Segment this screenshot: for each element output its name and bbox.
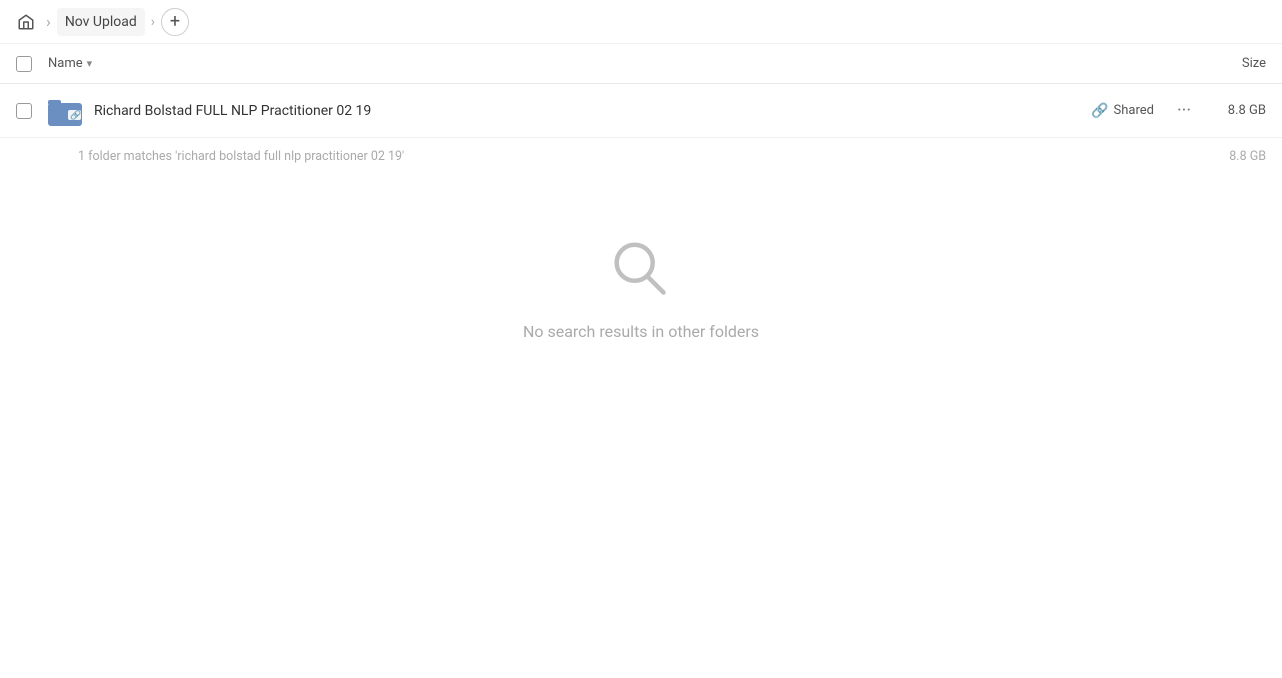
home-button[interactable] xyxy=(12,8,40,36)
more-options-button[interactable]: ··· xyxy=(1170,97,1198,125)
breadcrumb-chevron: › xyxy=(151,14,155,30)
file-name: Richard Bolstad FULL NLP Practitioner 02… xyxy=(94,103,1091,119)
breadcrumb-folder-name: Nov Upload xyxy=(65,14,137,30)
header-checkbox-cell xyxy=(16,56,48,72)
empty-state: No search results in other folders xyxy=(0,174,1282,341)
size-column-header: Size xyxy=(1186,56,1266,71)
breadcrumb-bar: › Nov Upload › + xyxy=(0,0,1282,44)
more-icon: ··· xyxy=(1177,100,1191,121)
svg-text:🔗: 🔗 xyxy=(70,109,81,121)
size-column-label: Size xyxy=(1242,56,1266,71)
file-shared-label: 🔗 Shared xyxy=(1091,103,1154,119)
match-info-row: 1 folder matches 'richard bolstad full n… xyxy=(0,138,1282,174)
folder-icon-wrap: 🔗 xyxy=(48,93,84,129)
match-info-size: 8.8 GB xyxy=(1206,149,1266,164)
empty-search-icon xyxy=(605,234,677,306)
file-size: 8.8 GB xyxy=(1206,103,1266,118)
breadcrumb-separator-1: › xyxy=(46,12,51,31)
column-header-row: Name ▾ Size xyxy=(0,44,1282,84)
empty-state-message: No search results in other folders xyxy=(523,322,759,341)
name-column-label: Name xyxy=(48,56,83,71)
select-all-checkbox[interactable] xyxy=(16,56,32,72)
row-checkbox-cell xyxy=(16,103,48,119)
name-column-header[interactable]: Name ▾ xyxy=(48,56,1186,71)
home-icon xyxy=(17,13,35,31)
add-button[interactable]: + xyxy=(161,8,189,36)
breadcrumb-folder[interactable]: Nov Upload xyxy=(57,8,145,36)
add-icon: + xyxy=(170,13,180,31)
name-sort-icon: ▾ xyxy=(87,57,93,70)
folder-icon: 🔗 xyxy=(48,96,84,126)
row-checkbox[interactable] xyxy=(16,103,32,119)
link-icon: 🔗 xyxy=(1091,103,1108,119)
search-icon-svg xyxy=(605,234,677,306)
shared-text: Shared xyxy=(1114,103,1154,118)
match-info-text: 1 folder matches 'richard bolstad full n… xyxy=(78,149,1206,164)
file-row[interactable]: 🔗 Richard Bolstad FULL NLP Practitioner … xyxy=(0,84,1282,138)
